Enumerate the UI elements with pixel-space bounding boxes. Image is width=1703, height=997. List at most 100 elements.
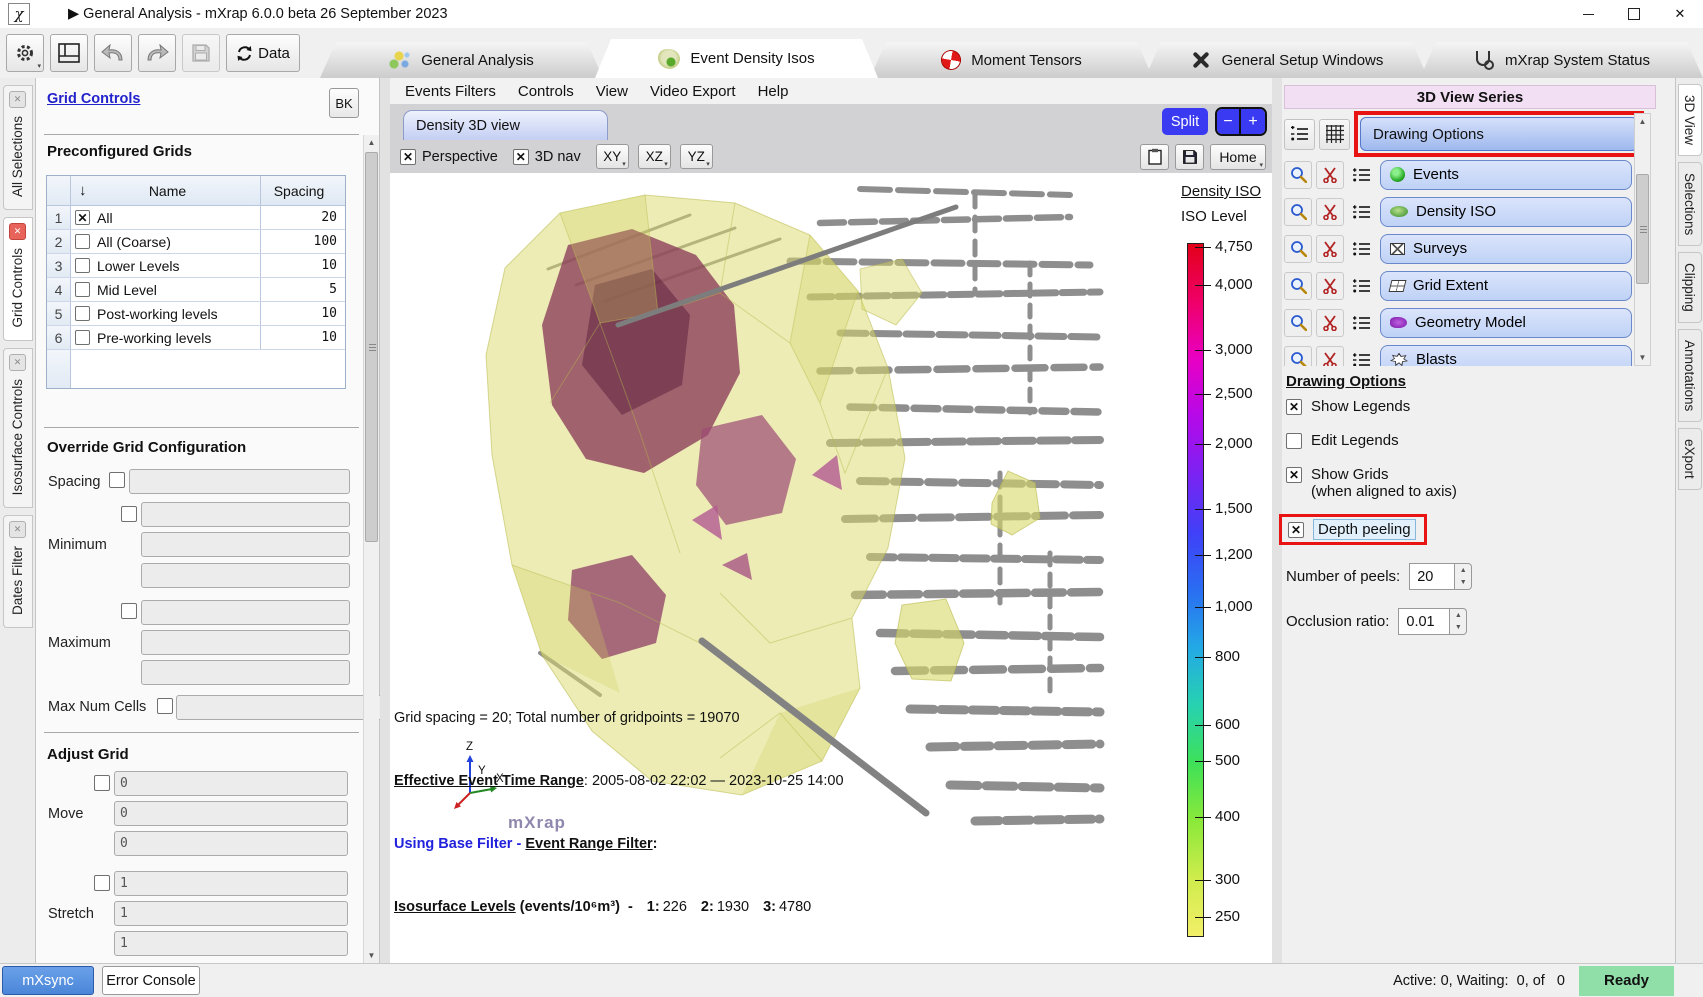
maximize-icon[interactable] [1611, 0, 1657, 28]
main-tab[interactable]: General Analysis [320, 42, 603, 78]
corner-header-cell[interactable] [47, 176, 71, 205]
name-header-cell[interactable]: ↓ Name [71, 176, 261, 205]
spacing-header-cell[interactable]: Spacing [261, 176, 345, 205]
left-dock-tab[interactable]: Dates Filter [3, 515, 33, 628]
perspective-checkbox[interactable] [400, 149, 416, 165]
row-checkbox[interactable] [75, 282, 90, 297]
stretch-input[interactable]: 1 [114, 871, 348, 896]
3d-viewport[interactable]: Z Y X mXrap Density ISO ISO Level 4,750 [390, 173, 1272, 963]
max-num-cells-input[interactable] [176, 695, 389, 720]
menu-item[interactable]: Help [747, 83, 800, 100]
base-filter-link[interactable]: Using Base Filter - [394, 836, 525, 852]
series-button[interactable]: Events [1380, 160, 1632, 190]
series-settings-button[interactable] [1348, 161, 1376, 189]
series-button[interactable]: Surveys [1380, 234, 1632, 264]
move-input[interactable]: 0 [114, 831, 348, 856]
series-settings-button[interactable] [1348, 309, 1376, 337]
series-settings-button[interactable] [1348, 235, 1376, 263]
move-input[interactable]: 0 [114, 771, 348, 796]
row-checkbox[interactable] [75, 234, 90, 249]
peels-input[interactable]: 20 [1409, 563, 1455, 590]
override-minimum-checkbox[interactable] [121, 506, 137, 522]
minimum-x-input[interactable] [141, 502, 350, 527]
zoom-to-series-button[interactable] [1284, 235, 1312, 263]
occlusion-input[interactable]: 0.01 [1398, 608, 1450, 635]
split-button[interactable]: Split [1162, 108, 1208, 135]
clip-series-button[interactable] [1316, 198, 1344, 226]
clip-series-button[interactable] [1316, 272, 1344, 300]
maximum-x-input[interactable] [141, 600, 350, 625]
density-3d-view-tab[interactable]: Density 3D view [403, 110, 608, 140]
clip-series-button[interactable] [1316, 309, 1344, 337]
series-scrollbar[interactable]: ▲ ▼ [1634, 113, 1651, 366]
zoom-to-series-button[interactable] [1284, 272, 1312, 300]
right-dock-tab[interactable]: Annotations [1678, 329, 1702, 422]
right-dock-tab[interactable]: Clipping [1678, 252, 1702, 323]
menu-item[interactable]: Controls [507, 83, 585, 100]
series-options-button[interactable] [1284, 119, 1315, 150]
left-dock-tab[interactable]: Grid Controls [3, 217, 33, 341]
peels-stepper[interactable]: ▲▼ [1455, 563, 1472, 590]
close-icon[interactable] [9, 521, 26, 538]
layout-button[interactable] [50, 34, 88, 72]
right-dock-tab[interactable]: 3D View [1678, 84, 1702, 156]
close-icon[interactable] [9, 91, 26, 108]
row-checkbox[interactable] [75, 330, 90, 345]
error-console-button[interactable]: Error Console [102, 966, 200, 995]
menu-item[interactable]: View [585, 83, 639, 100]
plane-view-button[interactable]: YZ [680, 144, 713, 169]
minimum-z-input[interactable] [141, 563, 350, 588]
zoom-to-series-button[interactable] [1284, 161, 1312, 189]
series-button[interactable]: Density ISO [1380, 197, 1632, 227]
stretch-checkbox[interactable] [94, 875, 110, 891]
max-num-cells-checkbox[interactable] [157, 698, 173, 714]
grid-controls-link[interactable]: Grid Controls [47, 91, 140, 107]
clip-series-button[interactable] [1316, 346, 1344, 367]
mxsync-button[interactable]: mXsync [2, 966, 94, 995]
remove-view-button[interactable]: − [1217, 109, 1241, 134]
copy-view-button[interactable] [1140, 144, 1169, 170]
minimum-y-input[interactable] [141, 532, 350, 557]
clip-series-button[interactable] [1316, 235, 1344, 263]
plane-view-button[interactable]: XY [596, 144, 629, 169]
table-row[interactable]: 6 Pre-working levels 10 [47, 326, 345, 350]
table-row[interactable]: 4 Mid Level 5 [47, 278, 345, 302]
minimize-icon[interactable] [1565, 0, 1611, 28]
save-view-button[interactable] [1175, 144, 1204, 170]
left-panel-scrollbar[interactable]: ▲ ▼ [363, 135, 379, 963]
clip-series-button[interactable] [1316, 161, 1344, 189]
row-checkbox[interactable] [75, 210, 90, 225]
right-dock-tab[interactable]: eXport [1678, 428, 1702, 490]
table-row[interactable]: 5 Post-working levels 10 [47, 302, 345, 326]
table-row[interactable]: 1 All 20 [47, 206, 345, 230]
main-tab[interactable]: Event Density Isos [595, 39, 878, 78]
series-settings-button[interactable] [1348, 346, 1376, 367]
stretch-input[interactable]: 1 [114, 901, 348, 926]
maximum-y-input[interactable] [141, 630, 350, 655]
series-settings-button[interactable] [1348, 198, 1376, 226]
redo-button[interactable] [138, 34, 176, 72]
table-row[interactable]: 3 Lower Levels 10 [47, 254, 345, 278]
series-settings-button[interactable] [1348, 272, 1376, 300]
left-dock-tab[interactable]: Isosurface Controls [3, 348, 33, 508]
override-spacing-input[interactable] [129, 469, 350, 494]
event-range-filter-link[interactable]: Event Range Filter [525, 836, 652, 852]
series-button[interactable]: Blasts [1380, 345, 1632, 367]
zoom-to-series-button[interactable] [1284, 198, 1312, 226]
settings-gear-button[interactable] [6, 34, 44, 72]
zoom-to-series-button[interactable] [1284, 346, 1312, 367]
row-checkbox[interactable] [75, 306, 90, 321]
close-icon[interactable] [9, 223, 26, 240]
maximum-z-input[interactable] [141, 660, 350, 685]
move-checkbox[interactable] [94, 775, 110, 791]
home-button[interactable]: Home [1210, 144, 1266, 170]
drawing-option-checkbox[interactable] [1286, 433, 1302, 449]
override-spacing-checkbox[interactable] [109, 472, 125, 488]
right-dock-tab[interactable]: Selections [1678, 162, 1702, 246]
override-maximum-checkbox[interactable] [121, 603, 137, 619]
main-tab[interactable]: mXrap System Status [1420, 42, 1703, 78]
undo-button[interactable] [94, 34, 132, 72]
main-tab[interactable]: General Setup Windows [1145, 42, 1428, 78]
main-tab[interactable]: Moment Tensors [870, 42, 1153, 78]
panel-splitter[interactable] [380, 78, 390, 963]
